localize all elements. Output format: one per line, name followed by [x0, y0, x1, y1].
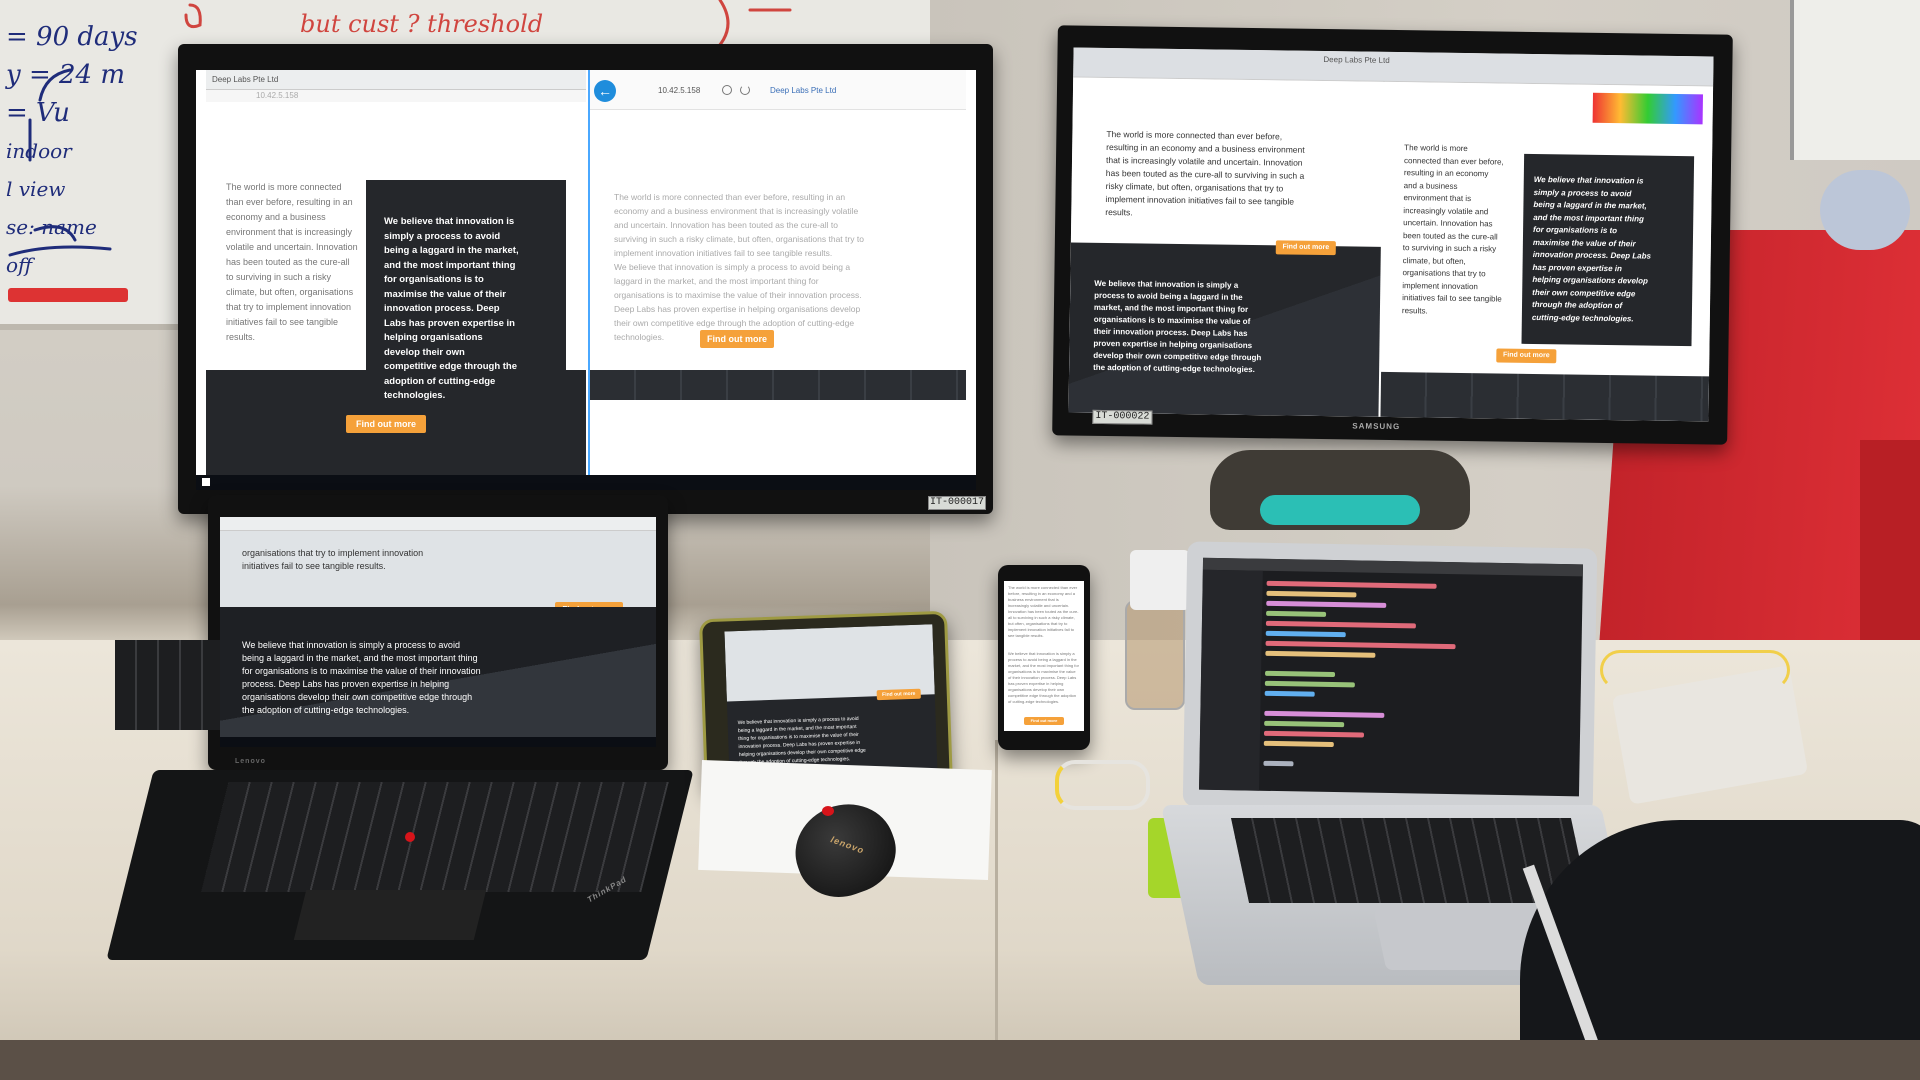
note-line: l view [6, 177, 66, 201]
browser-header: ← 10.42.5.158 Deep Labs Pte Ltd [590, 70, 966, 110]
code-line [1266, 600, 1387, 608]
address-bar[interactable]: 10.42.5.158 [658, 86, 700, 95]
desk-front-edge [0, 1040, 1920, 1080]
external-keyboard[interactable] [115, 640, 220, 730]
wall-panel [1790, 0, 1920, 160]
yellow-cable [1600, 650, 1790, 690]
code-line [1263, 730, 1365, 738]
whiteboard-marker [8, 288, 128, 302]
mug [1130, 550, 1190, 610]
code-line [1266, 580, 1437, 589]
right-monitor: Deep Labs Pte Ltd The world is more conn… [1052, 25, 1733, 445]
macbook-screen [1199, 557, 1584, 797]
note-line: = Vu [6, 98, 70, 128]
windows-taskbar [220, 737, 656, 747]
code-line [1265, 640, 1456, 650]
belief-paragraph: We believe that innovation is simply a p… [1008, 651, 1079, 704]
trackpoint[interactable] [405, 832, 415, 842]
editor-code-area[interactable] [1263, 575, 1567, 790]
mouse-red-accent [822, 806, 834, 816]
thinkpad-screen: organisations that try to implement inno… [220, 517, 656, 747]
plush-toy [1820, 170, 1910, 250]
code-line [1263, 760, 1294, 767]
intro-paragraph: The world is more connected than ever be… [1008, 585, 1079, 638]
find-out-more-button[interactable]: Find out more [876, 688, 921, 701]
browser-toolbar: 10.42.5.158 [206, 90, 586, 102]
code-line [1265, 620, 1416, 629]
thinkpad-touchpad[interactable] [293, 890, 487, 940]
editor-file-tree[interactable] [1199, 569, 1263, 791]
code-line [1263, 740, 1334, 748]
windows-taskbar [196, 475, 976, 490]
right-monitor-screen: Deep Labs Pte Ltd The world is more conn… [1068, 47, 1714, 422]
code-line [1264, 710, 1385, 718]
code-line [1266, 590, 1357, 598]
note-line: off [6, 253, 33, 277]
color-swatch-toolbar[interactable] [1592, 92, 1703, 125]
tab-title[interactable]: Deep Labs Pte Ltd [770, 86, 836, 95]
browser-tab-title[interactable]: Deep Labs Pte Ltd [1323, 55, 1389, 65]
code-line [1266, 610, 1327, 617]
macbook-lid [1182, 541, 1598, 814]
note-line: = 90 days [6, 22, 138, 52]
left-monitor-screen: Deep Labs Pte Ltd 10.42.5.158 The world … [196, 70, 976, 490]
lenovo-logo: Lenovo [235, 758, 266, 765]
cable [1055, 760, 1150, 810]
address-bar[interactable]: 10.42.5.158 [256, 91, 298, 100]
refresh-icon[interactable] [740, 85, 750, 95]
browser-window-right[interactable]: The world is more connected than ever be… [1380, 81, 1714, 422]
search-icon[interactable] [722, 85, 732, 95]
thinkpad-keyboard[interactable] [201, 782, 669, 892]
intro-paragraph: The world is more connected than ever be… [1105, 128, 1305, 218]
desk-seam [995, 740, 998, 1040]
glass-jar [1125, 600, 1185, 710]
find-out-more-button[interactable]: Find out more [1024, 717, 1064, 725]
code-line [1265, 630, 1346, 638]
browser-window[interactable]: organisations that try to implement inno… [220, 517, 656, 607]
phone-screen: The world is more connected than ever be… [1004, 581, 1084, 731]
intro-paragraph: organisations that try to implement inno… [242, 548, 424, 571]
dark-grid-strip [1380, 371, 1710, 422]
browser-tab-title[interactable]: Deep Labs Pte Ltd [212, 75, 278, 84]
intro-paragraph: The world is more connected than ever be… [226, 182, 358, 342]
intro-paragraph: The world is more connected than ever be… [614, 192, 864, 258]
teal-case [1260, 495, 1420, 525]
belief-paragraph: We believe that innovation is simply a p… [1531, 174, 1652, 323]
back-arrow-icon[interactable]: ← [594, 80, 616, 102]
whiteboard-notes: = 90 days y = 24 m = Vu indoor l view se… [6, 18, 176, 284]
intro-paragraph: The world is more connected than ever be… [1401, 143, 1504, 315]
find-out-more-button[interactable]: Find out more [700, 330, 774, 348]
smartphone: The world is more connected than ever be… [998, 565, 1090, 750]
browser-tab-bar [220, 517, 656, 531]
asset-tag: IT-000017 [928, 496, 986, 510]
browser-window-left[interactable]: Deep Labs Pte Ltd 10.42.5.158 The world … [206, 70, 586, 475]
belief-paragraph: We believe that innovation is simply a p… [242, 640, 481, 715]
tablet-screen: Find out more We believe that innovation… [724, 624, 938, 782]
note-line: y = 24 m [6, 60, 126, 90]
find-out-more-button[interactable]: Find out more [1496, 348, 1557, 364]
code-line [1264, 720, 1345, 728]
photo-scene: = 90 days y = 24 m = Vu indoor l view se… [0, 0, 1920, 1080]
belief-paragraph: We believe that innovation is simply a p… [737, 715, 866, 767]
find-out-more-button[interactable]: Find out more [346, 415, 426, 433]
find-out-more-button[interactable]: Find out more [1275, 240, 1336, 256]
thinkpad-laptop-lid: organisations that try to implement inno… [208, 495, 668, 770]
windows-start-icon[interactable] [202, 478, 210, 486]
code-line [1264, 690, 1315, 697]
browser-tab-bar: Deep Labs Pte Ltd [206, 70, 586, 90]
asset-tag: IT-000022 [1092, 409, 1153, 425]
browser-window-right[interactable]: ← 10.42.5.158 Deep Labs Pte Ltd The worl… [588, 70, 966, 475]
belief-paragraph: We believe that innovation is simply a p… [384, 216, 519, 401]
code-line [1264, 680, 1355, 688]
code-line [1265, 670, 1336, 678]
belief-paragraph: We believe that innovation is simply a p… [1093, 278, 1262, 375]
note-line: indoor [6, 139, 72, 163]
browser-window-left[interactable]: The world is more connected than ever be… [1068, 77, 1384, 417]
whiteboard-red-note: but cust ? threshold [300, 10, 544, 38]
note-line: se: name [6, 215, 97, 239]
left-monitor: Deep Labs Pte Ltd 10.42.5.158 The world … [178, 44, 993, 514]
code-line [1265, 650, 1376, 658]
samsung-logo: SAMSUNG [1352, 421, 1401, 432]
dark-grid-strip [590, 370, 966, 400]
